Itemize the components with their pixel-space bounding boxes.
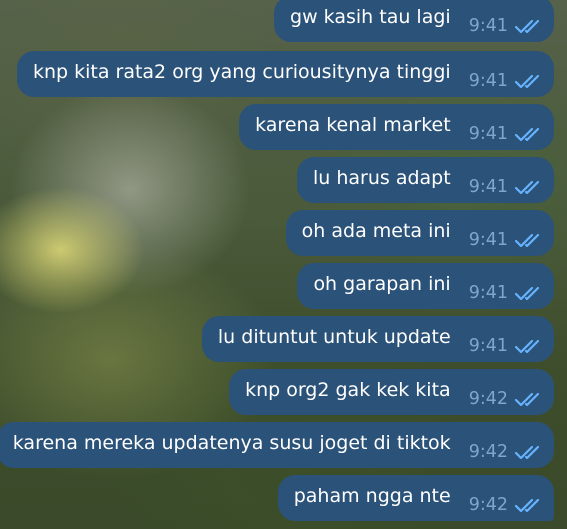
message-text: karena kenal market (255, 114, 451, 136)
message-time: 9:42 (468, 389, 508, 409)
read-double-check-icon (514, 339, 540, 354)
message-text: karena mereka updatenya susu joget di ti… (12, 432, 451, 454)
read-double-check-icon (514, 498, 540, 513)
message-meta: 9:41 (469, 71, 544, 91)
read-double-check-icon (514, 74, 540, 89)
message-text: lu harus adapt (312, 167, 451, 189)
outgoing-message-bubble[interactable]: lu dituntut untuk update 9:41 (201, 316, 554, 362)
read-double-check-icon (514, 180, 540, 195)
outgoing-message-bubble[interactable]: lu harus adapt 9:41 (296, 157, 554, 203)
read-double-check-icon (514, 286, 540, 301)
message-meta: 9:42 (469, 442, 544, 462)
message-text: oh garapan ini (313, 273, 451, 295)
chat-message-list[interactable]: gw kasih tau lagi 9:41 knp kita rata2 or… (0, 0, 567, 529)
message-meta: 9:42 (469, 389, 544, 409)
message-text: knp kita rata2 org yang curiousitynya ti… (32, 61, 451, 83)
read-double-check-icon (514, 233, 540, 248)
message-time: 9:42 (468, 495, 508, 515)
outgoing-message-bubble[interactable]: karena mereka updatenya susu joget di ti… (0, 422, 554, 468)
message-text: paham ngga nte (293, 485, 451, 507)
read-double-check-icon (514, 392, 540, 407)
message-time: 9:41 (468, 283, 508, 303)
message-meta: 9:41 (469, 230, 544, 250)
message-meta: 9:41 (469, 16, 544, 36)
message-time: 9:41 (468, 336, 508, 356)
outgoing-message-bubble[interactable]: knp org2 gak kek kita 9:42 (229, 369, 554, 415)
message-meta: 9:41 (469, 124, 544, 144)
outgoing-message-bubble[interactable]: oh garapan ini 9:41 (297, 263, 554, 309)
message-time: 9:41 (468, 124, 508, 144)
message-time: 9:41 (468, 71, 508, 91)
message-meta: 9:41 (469, 336, 544, 356)
read-double-check-icon (514, 445, 540, 460)
message-time: 9:42 (468, 442, 508, 462)
read-double-check-icon (514, 127, 540, 142)
message-meta: 9:41 (469, 177, 544, 197)
message-text: knp org2 gak kek kita (245, 379, 451, 401)
read-double-check-icon (514, 19, 540, 34)
outgoing-message-bubble[interactable]: gw kasih tau lagi 9:41 (274, 0, 554, 42)
message-meta: 9:41 (469, 283, 544, 303)
message-time: 9:41 (468, 230, 508, 250)
message-text: gw kasih tau lagi (290, 6, 451, 28)
message-time: 9:41 (468, 177, 508, 197)
message-text: lu dituntut untuk update (217, 326, 451, 348)
message-meta: 9:42 (469, 495, 544, 515)
message-time: 9:41 (468, 16, 508, 36)
message-text: oh ada meta ini (301, 220, 451, 242)
outgoing-message-bubble[interactable]: oh ada meta ini 9:41 (285, 210, 554, 256)
outgoing-message-bubble[interactable]: karena kenal market 9:41 (239, 104, 554, 150)
outgoing-message-bubble[interactable]: paham ngga nte 9:42 (277, 475, 554, 521)
outgoing-message-bubble[interactable]: knp kita rata2 org yang curiousitynya ti… (16, 51, 554, 97)
